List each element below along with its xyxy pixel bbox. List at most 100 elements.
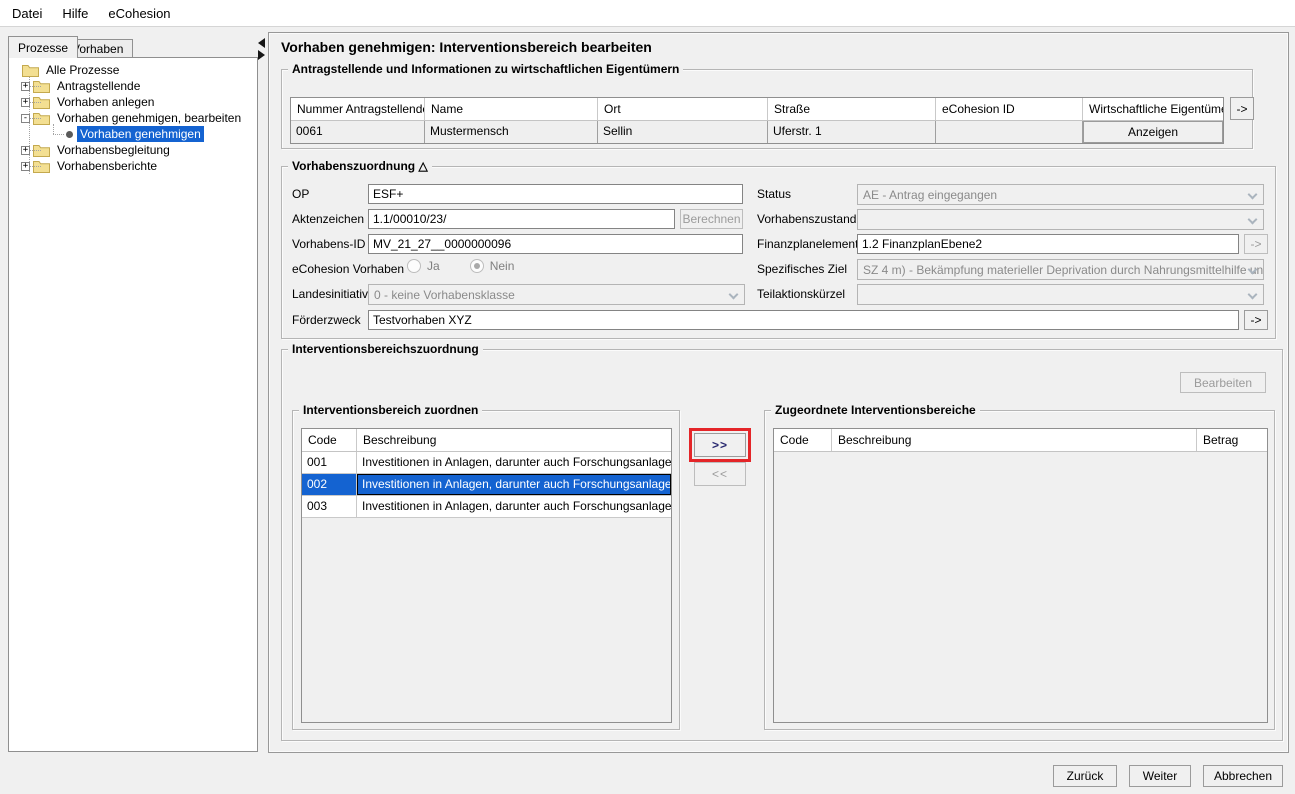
- expand-plus-icon[interactable]: +: [21, 82, 30, 91]
- expand-plus-icon[interactable]: +: [21, 162, 30, 171]
- menu-ecohesion[interactable]: eCohesion: [98, 1, 180, 26]
- expand-plus-icon[interactable]: +: [21, 146, 30, 155]
- cell-name: Mustermensch: [425, 121, 598, 143]
- teilaktionskuerzel-label: Teilaktionskürzel: [757, 287, 845, 301]
- collapse-left-icon[interactable]: [258, 38, 265, 48]
- app-window: { "menu": { "items": [ {"label":"Datei"}…: [0, 0, 1295, 794]
- vorhabenszustand-select: [857, 209, 1264, 230]
- abbrechen-button[interactable]: Abbrechen: [1203, 765, 1283, 787]
- col-strasse: Straße: [768, 98, 936, 120]
- op-field[interactable]: ESF+: [368, 184, 743, 204]
- expand-plus-icon[interactable]: +: [21, 98, 30, 107]
- applicants-table-header: Nummer Antragstellende Name Ort Straße e…: [291, 98, 1223, 121]
- ecohesion-vorhaben-label: eCohesion Vorhaben: [292, 262, 404, 276]
- vorhabens-id-field[interactable]: MV_21_27__0000000096: [368, 234, 743, 254]
- aktenzeichen-label: Aktenzeichen: [292, 212, 364, 226]
- zuordnen-table-header: Code Beschreibung: [302, 429, 671, 452]
- tree-item-vorhaben-anlegen[interactable]: + Vorhaben anlegen: [9, 94, 257, 110]
- intervention-row-001[interactable]: 001 Investitionen in Anlagen, darunter a…: [302, 452, 671, 474]
- weiter-button[interactable]: Weiter: [1129, 765, 1191, 787]
- applicant-row[interactable]: 0061 Mustermensch Sellin Uferstr. 1 Anze…: [291, 121, 1223, 143]
- cell-code: 001: [302, 452, 357, 473]
- tree-item-vorhabensberichte[interactable]: + Vorhabensberichte: [9, 158, 257, 174]
- sidebar-tabs: Prozesse Vorhaben: [8, 36, 258, 57]
- teilaktionskuerzel-select: [857, 284, 1264, 305]
- tree-item-label: Vorhaben anlegen: [54, 94, 157, 110]
- spezifisches-ziel-value: SZ 4 m) - Bekämpfung materieller Depriva…: [863, 263, 1264, 277]
- chevron-down-icon: [1248, 215, 1258, 225]
- chevron-down-icon: [1248, 290, 1258, 300]
- berechnen-button: Berechnen: [680, 209, 743, 229]
- vorhabenszuordnung-group: Vorhabenszuordnung △ OP ESF+ Aktenzeiche…: [281, 166, 1276, 339]
- folder-icon: [33, 160, 50, 173]
- col-beschreibung: Beschreibung: [832, 429, 1197, 451]
- zurueck-button[interactable]: Zurück: [1053, 765, 1117, 787]
- status-value: AE - Antrag eingegangen: [863, 188, 997, 202]
- op-label: OP: [292, 187, 309, 201]
- splitter-collapse-arrows[interactable]: [258, 38, 266, 60]
- spezifisches-ziel-select: SZ 4 m) - Bekämpfung materieller Depriva…: [857, 259, 1264, 280]
- anzeigen-button[interactable]: Anzeigen: [1083, 121, 1223, 143]
- zuordnen-group-title: Interventionsbereich zuordnen: [299, 403, 482, 417]
- process-tree: Alle Prozesse + Antragstellende + Vorhab…: [8, 57, 258, 752]
- finanzplanelement-field[interactable]: 1.2 FinanzplanEbene2: [857, 234, 1239, 254]
- foerderzweck-field[interactable]: Testvorhaben XYZ: [368, 310, 1239, 330]
- interventionsbereich-group-title: Interventionsbereichszuordnung: [288, 342, 483, 356]
- menu-datei[interactable]: Datei: [2, 1, 52, 26]
- cell-beschreibung: Investitionen in Anlagen, darunter auch …: [357, 474, 671, 495]
- tree-item-label: Vorhabensberichte: [54, 158, 160, 174]
- cell-beschreibung: Investitionen in Anlagen, darunter auch …: [357, 496, 671, 517]
- radio-nein-label: Nein: [490, 259, 515, 273]
- landesinitiative-label: Landesinitiative: [292, 287, 375, 301]
- collapse-minus-icon[interactable]: -: [21, 114, 30, 123]
- foerderzweck-arrow-button[interactable]: ->: [1244, 310, 1268, 330]
- add-intervention-button[interactable]: >>: [694, 433, 746, 457]
- interventionsbereich-zuordnen-group: Interventionsbereich zuordnen Code Besch…: [292, 410, 680, 730]
- col-nummer-antragstellende: Nummer Antragstellende: [291, 98, 425, 120]
- vorhabenszustand-label: Vorhabenszustand: [757, 212, 856, 226]
- zugeordnete-interventionsbereiche-group: Zugeordnete Interventionsbereiche Code B…: [764, 410, 1275, 730]
- finanzplanelement-label: Finanzplanelement: [757, 237, 858, 251]
- vorhabens-id-label: Vorhabens-ID: [292, 237, 365, 251]
- intervention-row-002-selected[interactable]: 002 Investitionen in Anlagen, darunter a…: [302, 474, 671, 496]
- cell-ecohesion-id: [936, 121, 1083, 143]
- tree-item-vorhabensbegleitung[interactable]: + Vorhabensbegleitung: [9, 142, 257, 158]
- tree-item-alle-prozesse[interactable]: Alle Prozesse: [9, 62, 257, 78]
- interventionsbereich-group: Interventionsbereichszuordnung Bearbeite…: [281, 349, 1283, 741]
- chevron-down-icon: [729, 290, 739, 300]
- aktenzeichen-field[interactable]: 1.1/00010/23/: [368, 209, 675, 229]
- tree-item-vorhaben-genehmigen-bearbeiten[interactable]: - Vorhaben genehmigen, bearbeiten: [9, 110, 257, 126]
- applicants-table: Nummer Antragstellende Name Ort Straße e…: [290, 97, 1224, 144]
- cell-ort: Sellin: [598, 121, 768, 143]
- col-name: Name: [425, 98, 598, 120]
- tree-item-label: Antragstellende: [54, 78, 143, 94]
- applicants-detail-arrow-button[interactable]: ->: [1230, 97, 1254, 120]
- col-beschreibung: Beschreibung: [357, 429, 671, 451]
- radio-ja-label: Ja: [427, 259, 440, 273]
- zugeordnet-table-header: Code Beschreibung Betrag: [774, 429, 1267, 452]
- radio-ja: [407, 259, 421, 273]
- status-select: AE - Antrag eingegangen: [857, 184, 1264, 205]
- bearbeiten-button: Bearbeiten: [1180, 372, 1266, 393]
- foerderzweck-label: Förderzweck: [292, 313, 361, 327]
- intervention-row-003[interactable]: 003 Investitionen in Anlagen, darunter a…: [302, 496, 671, 518]
- menu-hilfe[interactable]: Hilfe: [52, 1, 98, 26]
- cell-code: 002: [302, 474, 357, 495]
- folder-icon: [33, 96, 50, 109]
- col-ecohesion-id: eCohesion ID: [936, 98, 1083, 120]
- tree-item-label-selected: Vorhaben genehmigen: [77, 126, 204, 142]
- tree-item-label: Alle Prozesse: [43, 62, 122, 78]
- cell-nummer: 0061: [291, 121, 425, 143]
- tree-item-antragstellende[interactable]: + Antragstellende: [9, 78, 257, 94]
- cell-strasse: Uferstr. 1: [768, 121, 936, 143]
- col-betrag: Betrag: [1197, 429, 1267, 451]
- tab-prozesse[interactable]: Prozesse: [8, 36, 78, 58]
- radio-nein: [470, 259, 484, 273]
- collapse-right-icon[interactable]: [258, 50, 265, 60]
- finanzplanelement-arrow-button: ->: [1244, 234, 1268, 254]
- tree-item-vorhaben-genehmigen[interactable]: Vorhaben genehmigen: [9, 126, 257, 142]
- leaf-bullet-icon: [66, 131, 73, 138]
- col-code: Code: [302, 429, 357, 451]
- spezifisches-ziel-label: Spezifisches Ziel: [757, 262, 847, 276]
- landesinitiative-value: 0 - keine Vorhabensklasse: [374, 288, 515, 302]
